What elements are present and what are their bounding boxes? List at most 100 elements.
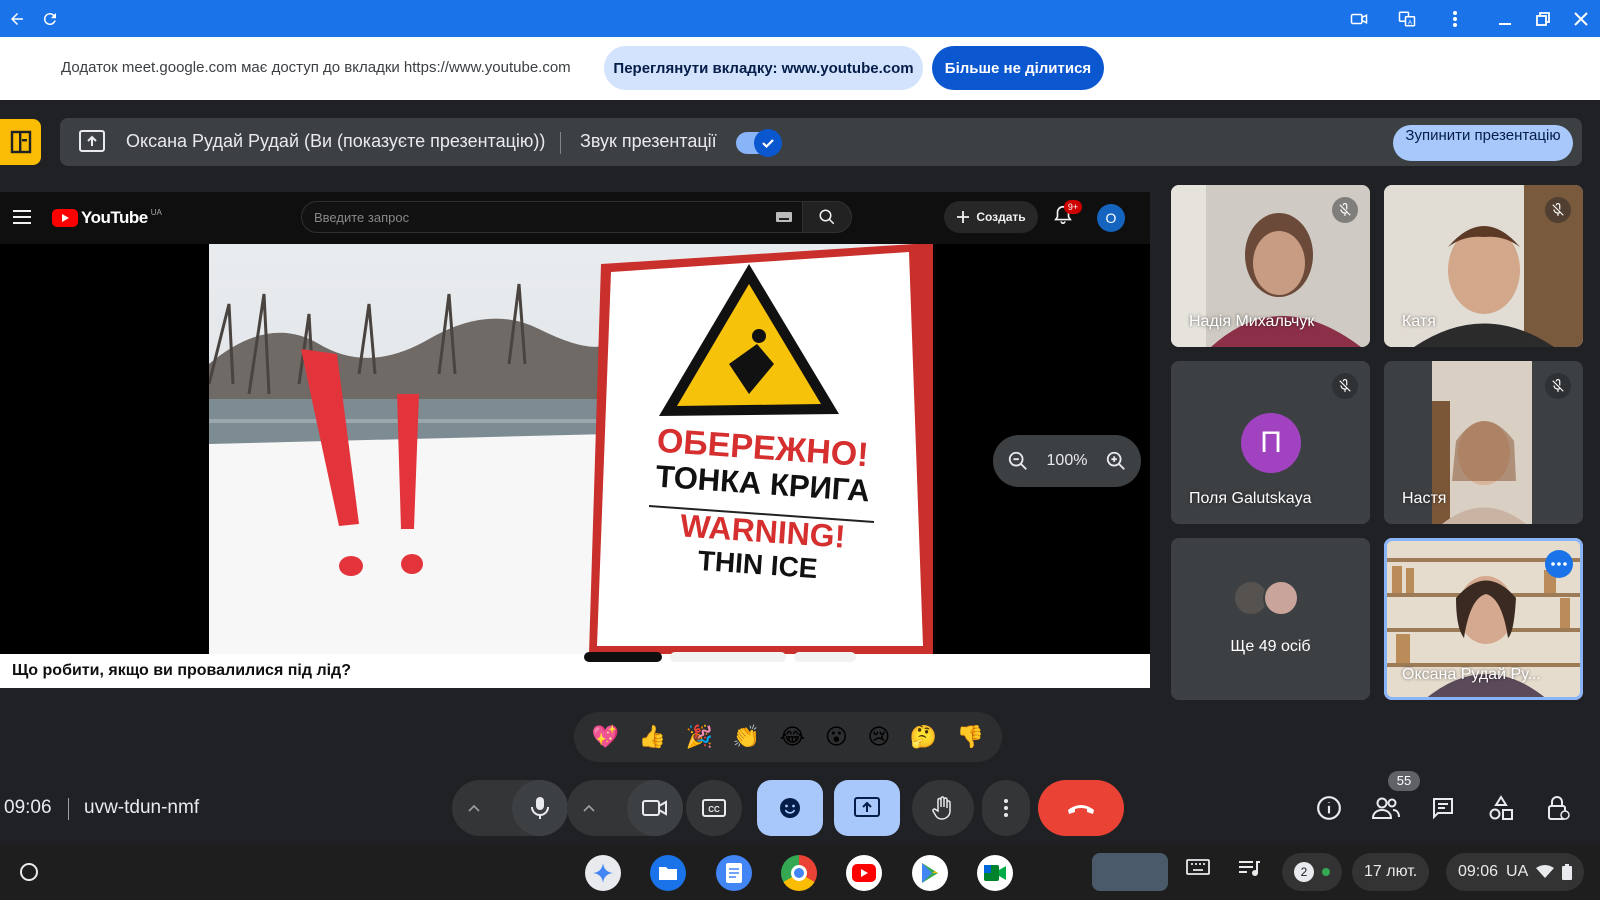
participant-avatar <box>1263 580 1299 616</box>
participant-tile[interactable]: Настя <box>1384 361 1583 524</box>
chip[interactable] <box>670 652 786 662</box>
more-vert-icon[interactable] <box>1442 6 1468 32</box>
youtube-search-button[interactable] <box>802 201 852 233</box>
presenter-label: Оксана Рудай Рудай (Ви (показуєте презен… <box>126 131 546 151</box>
meeting-clock: 09:06 <box>4 797 52 818</box>
raise-hand-button[interactable] <box>912 780 974 836</box>
chip[interactable] <box>794 652 856 662</box>
minimize-icon[interactable] <box>1492 6 1518 32</box>
participant-video <box>1432 361 1532 524</box>
presentation-audio-label: Звук презентації <box>580 131 717 151</box>
files-app-icon[interactable] <box>650 855 686 891</box>
leave-call-button[interactable] <box>1038 780 1124 836</box>
hamburger-menu-icon[interactable] <box>13 210 31 224</box>
status-tray[interactable]: 09:06 UA <box>1446 853 1585 891</box>
chat-icon[interactable] <box>1425 790 1461 826</box>
more-vert-icon <box>1004 799 1008 817</box>
keyboard-icon[interactable] <box>1186 859 1212 885</box>
zoom-in-icon[interactable] <box>1105 450 1127 472</box>
shelf-locale: UA <box>1506 863 1529 880</box>
participant-tile[interactable]: Надія Михальчук <box>1171 185 1370 347</box>
hand-icon <box>932 796 951 820</box>
more-options-button[interactable] <box>982 780 1030 836</box>
presentation-audio-toggle[interactable] <box>736 129 782 157</box>
presentation-bar: Оксана Рудай Рудай (Ви (показуєте презен… <box>60 118 1582 166</box>
host-controls-icon[interactable] <box>1540 790 1576 826</box>
camera-icon <box>642 800 667 816</box>
youtube-create-button[interactable]: Создать <box>944 201 1038 233</box>
restore-icon[interactable] <box>1530 6 1556 32</box>
video-title: Що робити, якщо ви провалилися під лід? <box>12 662 351 679</box>
microphone-button[interactable] <box>512 780 568 836</box>
participant-tile[interactable]: Катя <box>1384 185 1583 347</box>
reactions-bar: 💖 👍 🎉 👏 😂 😮 😢 🤔 👎 <box>574 712 1002 762</box>
presenting-indicator[interactable] <box>0 119 41 165</box>
captions-button[interactable]: CC <box>686 780 742 836</box>
docs-app-icon[interactable] <box>716 855 752 891</box>
thumbs-up-reaction[interactable]: 👍 <box>639 726 666 748</box>
participant-tile[interactable]: П Поля Galutskaya <box>1171 361 1370 524</box>
window-thumbnail[interactable] <box>1092 853 1168 891</box>
view-tab-button[interactable]: Переглянути вкладку: www.youtube.com <box>604 46 923 90</box>
emoji-icon <box>780 798 800 818</box>
chrome-app-icon[interactable] <box>781 855 817 891</box>
gemini-app-icon[interactable] <box>585 855 621 891</box>
youtube-logo[interactable]: YouTube UA <box>52 208 162 228</box>
stop-presenting-button[interactable]: Зупинити презентацію <box>1393 125 1573 161</box>
present-screen-icon <box>78 129 106 155</box>
camera-button[interactable] <box>627 780 683 836</box>
chevron-up-icon[interactable] <box>462 796 486 820</box>
activities-icon[interactable] <box>1483 790 1519 826</box>
translate-icon[interactable]: A <box>1394 6 1420 32</box>
surprised-reaction[interactable]: 😮 <box>825 726 848 748</box>
present-screen-icon <box>854 797 880 817</box>
plus-icon <box>957 211 970 223</box>
youtube-header: YouTube UA Введите запрос Создать 9+ О <box>0 192 1150 244</box>
participant-name: Настя <box>1402 490 1447 507</box>
media-playlist-icon[interactable] <box>1238 859 1264 885</box>
laughing-reaction[interactable]: 😂 <box>780 726 806 748</box>
present-now-button[interactable] <box>834 780 900 836</box>
thumbs-down-reaction[interactable]: 👎 <box>957 726 984 748</box>
search-placeholder: Введите запрос <box>314 210 410 225</box>
microphone-icon <box>531 797 549 819</box>
status-dot <box>1322 868 1330 876</box>
notification-tray[interactable]: 2 <box>1282 853 1342 891</box>
launcher-icon[interactable] <box>14 857 44 887</box>
sharing-infobar: Додаток meet.google.com має доступ до вк… <box>0 37 1600 100</box>
self-tile[interactable]: Оксана Рудай Ру... <box>1384 538 1583 700</box>
video-frame[interactable]: ОБЕРЕЖНО! ТОНКА КРИГА WARNING! THIN ICE <box>209 244 933 654</box>
camera-control-group <box>567 780 683 836</box>
mic-control-group <box>452 780 568 836</box>
youtube-app-icon[interactable] <box>846 855 882 891</box>
meeting-code: uvw-tdun-nmf <box>84 797 200 818</box>
back-arrow-icon[interactable] <box>4 6 30 32</box>
party-popper-reaction[interactable]: 🎉 <box>686 726 713 748</box>
sad-reaction[interactable]: 😢 <box>867 726 890 748</box>
reload-icon[interactable] <box>37 6 63 32</box>
chevron-up-icon[interactable] <box>577 796 601 820</box>
sparkling-heart-reaction[interactable]: 💖 <box>592 726 619 748</box>
chip-all[interactable] <box>584 652 662 662</box>
youtube-search-input[interactable]: Введите запрос <box>301 201 803 233</box>
people-icon[interactable] <box>1368 790 1404 826</box>
mic-off-icon <box>1332 373 1358 399</box>
meet-app-icon[interactable] <box>977 855 1013 891</box>
zoom-control: 100% <box>993 435 1141 487</box>
reactions-button[interactable] <box>757 780 823 836</box>
meeting-info-icon[interactable] <box>1311 790 1347 826</box>
date-tray[interactable]: 17 лют. <box>1352 853 1430 891</box>
close-icon[interactable] <box>1568 6 1594 32</box>
camera-indicator-icon[interactable] <box>1346 6 1372 32</box>
thinking-reaction[interactable]: 🤔 <box>910 726 937 748</box>
others-tile[interactable]: Ще 49 осіб <box>1171 538 1370 700</box>
more-options-icon[interactable] <box>1545 550 1573 578</box>
stop-sharing-button[interactable]: Більше не ділитися <box>932 46 1104 90</box>
zoom-out-icon[interactable] <box>1007 450 1029 472</box>
clapping-reaction[interactable]: 👏 <box>733 726 760 748</box>
play-store-app-icon[interactable] <box>912 855 948 891</box>
keyboard-icon[interactable] <box>776 212 792 222</box>
participant-name: Поля Galutskaya <box>1189 490 1312 507</box>
mic-off-icon <box>1332 197 1358 223</box>
youtube-avatar[interactable]: О <box>1097 204 1125 232</box>
